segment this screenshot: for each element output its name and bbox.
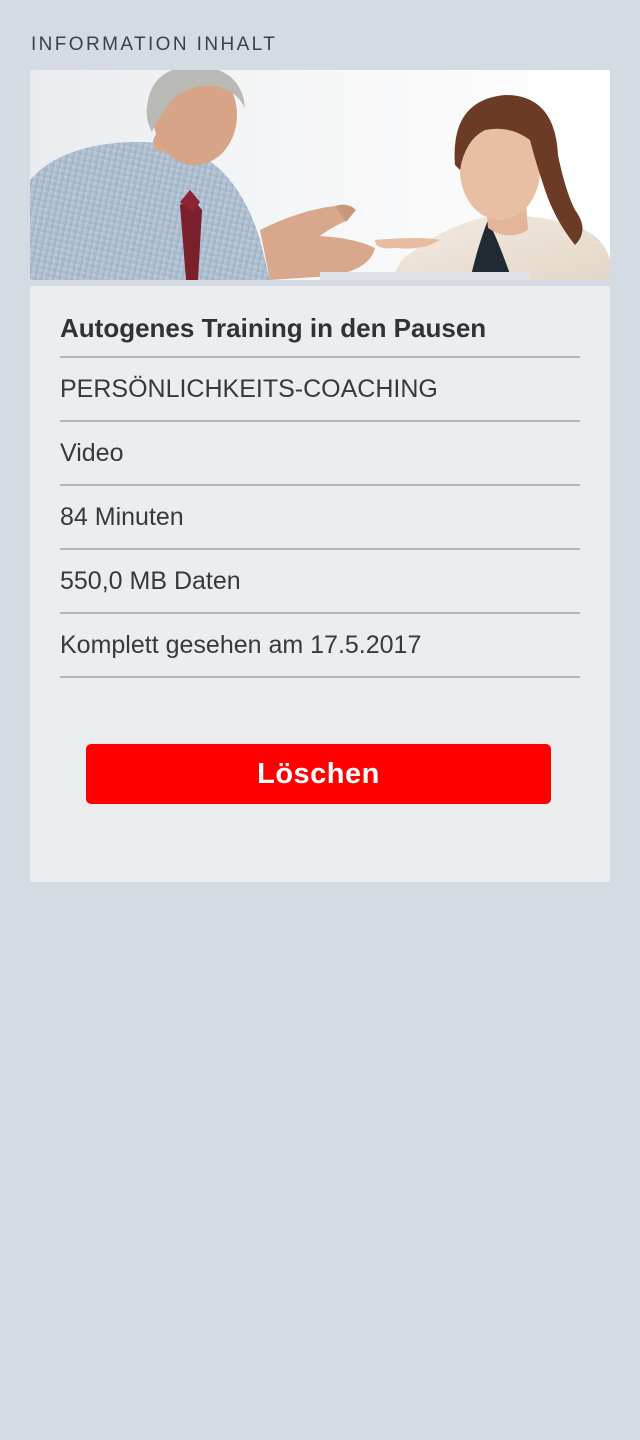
- section-heading: INFORMATION INHALT: [31, 34, 278, 55]
- watched-status-label: Komplett gesehen am 17.5.2017: [60, 614, 580, 678]
- delete-button[interactable]: Löschen: [86, 744, 551, 804]
- detail-list: PERSÖNLICHKEITS-COACHING Video 84 Minute…: [60, 356, 580, 678]
- data-size-label: 550,0 MB Daten: [60, 550, 580, 614]
- hero-image: [30, 70, 610, 280]
- content-title: Autogenes Training in den Pausen: [60, 313, 487, 343]
- media-type-label: Video: [60, 422, 580, 486]
- duration-label: 84 Minuten: [60, 486, 580, 550]
- category-label: PERSÖNLICHKEITS-COACHING: [60, 358, 580, 422]
- content-info-card: Autogenes Training in den Pausen PERSÖNL…: [30, 286, 610, 882]
